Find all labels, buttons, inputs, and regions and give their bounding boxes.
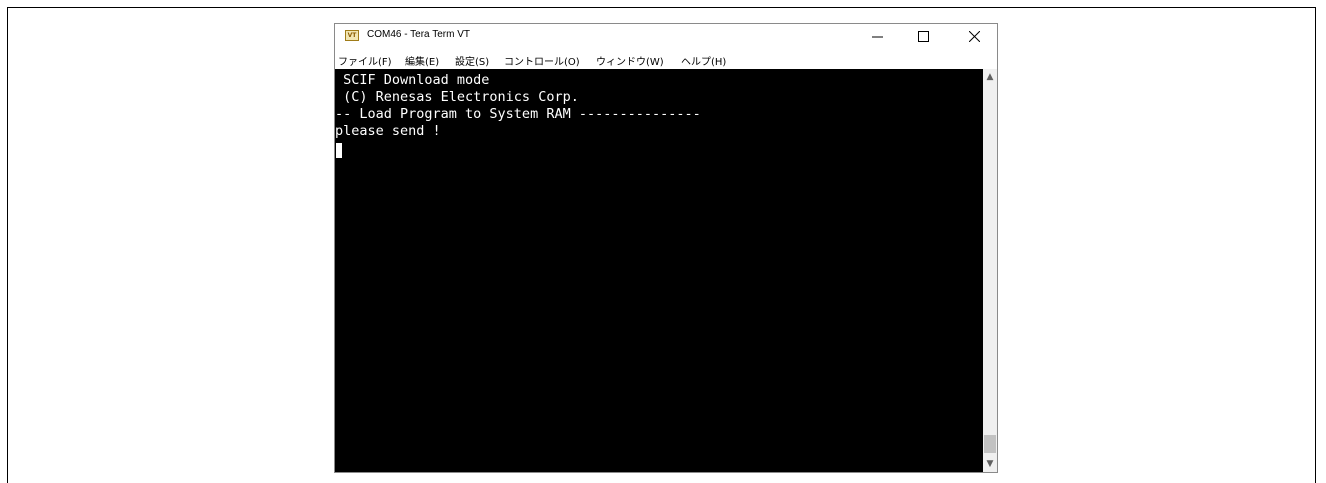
- menu-setup[interactable]: 設定(S): [455, 53, 489, 68]
- menu-bar: ファイル(F) 編集(E) 設定(S) コントロール(O) ウィンドウ(W) ヘ…: [335, 49, 997, 68]
- terminal-line: SCIF Download mode: [335, 72, 490, 88]
- minimize-icon: [872, 36, 883, 38]
- minimize-button[interactable]: [855, 24, 900, 49]
- terminal-line: (C) Renesas Electronics Corp.: [335, 89, 579, 105]
- menu-file[interactable]: ファイル(F): [338, 53, 392, 68]
- window-title: COM46 - Tera Term VT: [367, 29, 470, 40]
- close-button[interactable]: [952, 24, 997, 49]
- maximize-button[interactable]: [901, 24, 946, 49]
- terminal-line: please send !: [335, 123, 441, 139]
- scrollbar-thumb[interactable]: [984, 435, 996, 453]
- scroll-up-icon[interactable]: ▲: [983, 69, 997, 85]
- menu-edit[interactable]: 編集(E): [405, 53, 439, 68]
- vertical-scrollbar[interactable]: ▲ ▼: [983, 69, 997, 472]
- teraterm-app-icon[interactable]: VT: [345, 30, 359, 41]
- menu-help[interactable]: ヘルプ(H): [681, 53, 726, 68]
- menu-window[interactable]: ウィンドウ(W): [596, 53, 664, 68]
- title-bar[interactable]: VT COM46 - Tera Term VT: [335, 24, 997, 49]
- terminal-cursor: [336, 143, 342, 158]
- close-icon: [969, 31, 980, 42]
- terminal-line: -- Load Program to System RAM ----------…: [335, 106, 701, 122]
- maximize-icon: [918, 31, 929, 42]
- scroll-down-icon[interactable]: ▼: [983, 456, 997, 472]
- terminal-area[interactable]: SCIF Download mode (C) Renesas Electroni…: [335, 69, 983, 472]
- teraterm-window: VT COM46 - Tera Term VT ファイル(F) 編集(E) 設定…: [334, 23, 998, 473]
- menu-control[interactable]: コントロール(O): [504, 53, 580, 68]
